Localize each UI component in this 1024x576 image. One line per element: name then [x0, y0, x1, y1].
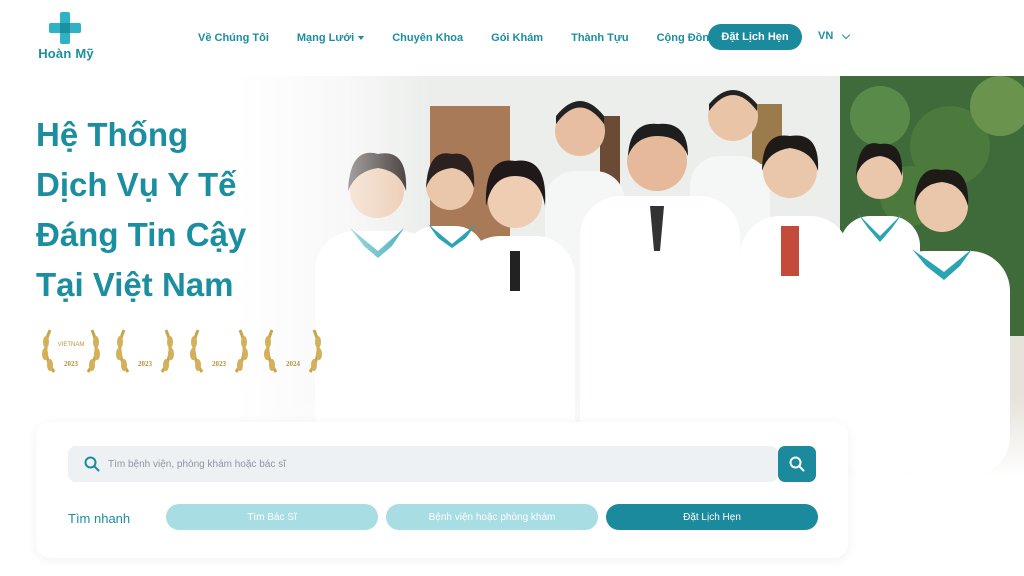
award-year: 2023: [138, 360, 153, 368]
award-year: 2024: [286, 360, 301, 368]
hero-headline: Hệ Thống Dịch Vụ Y Tế Đáng Tin Cậy Tại V…: [36, 110, 336, 310]
award-laurel-icon: 2023: [190, 329, 248, 373]
nav-item-about[interactable]: Về Chúng Tôi: [198, 32, 269, 44]
award-laurel-icon: VIETNAM 2023: [42, 329, 100, 373]
nav-label: Cộng Đồng: [656, 32, 716, 44]
search-card: Tìm nhanh Tìm Bác Sĩ Bệnh viện hoặc phòn…: [36, 422, 848, 558]
search-bar: [68, 446, 778, 482]
headline-line: Tại Việt Nam: [36, 266, 234, 303]
main-nav: Về Chúng Tôi Mạng Lưới Chuyên Khoa Gói K…: [198, 26, 744, 50]
nav-item-specialties[interactable]: Chuyên Khoa: [392, 32, 463, 44]
nav-label: Gói Khám: [491, 32, 544, 44]
awards-row: VIETNAM 2023 2023 2023 2024: [36, 322, 332, 378]
book-appointment-button[interactable]: Đặt Lịch Hẹn: [708, 24, 802, 50]
headline-line: Hệ Thống: [36, 116, 189, 153]
nav-label: Về Chúng Tôi: [198, 32, 269, 44]
brand-logo[interactable]: Hoàn Mỹ: [34, 12, 98, 64]
award-laurel-icon: 2024: [264, 329, 322, 373]
nav-label: Thành Tựu: [571, 32, 629, 44]
nav-item-community[interactable]: Cộng Đồng: [657, 32, 716, 44]
quick-search-label: Tìm nhanh: [68, 511, 131, 526]
cross-logo-icon: [49, 12, 81, 44]
search-button[interactable]: [778, 446, 816, 482]
search-input[interactable]: [108, 452, 768, 476]
award-laurel-icon: 2023: [116, 329, 174, 373]
award-title: VIETNAM: [58, 342, 85, 348]
search-icon: [84, 456, 100, 472]
language-selector[interactable]: VN: [818, 30, 851, 42]
find-doctor-button[interactable]: Tìm Bác Sĩ: [166, 504, 378, 530]
nav-label: Chuyên Khoa: [392, 32, 464, 44]
award-year: 2023: [64, 360, 79, 368]
nav-item-packages[interactable]: Gói Khám: [491, 32, 543, 44]
nav-label: Mạng Lưới: [296, 32, 355, 44]
caret-down-icon: [358, 36, 365, 40]
award-year: 2023: [212, 360, 227, 368]
search-icon: [789, 456, 805, 472]
nav-item-achievements[interactable]: Thành Tựu: [571, 32, 628, 44]
quick-book-appointment-button[interactable]: Đặt Lịch Hẹn: [606, 504, 818, 530]
find-hospital-button[interactable]: Bệnh viện hoặc phòng khám: [386, 504, 598, 530]
language-label: VN: [818, 30, 834, 42]
nav-item-network[interactable]: Mạng Lưới: [296, 32, 365, 44]
headline-line: Đáng Tin Cậy: [36, 216, 247, 253]
chevron-down-icon: [842, 30, 851, 39]
site-header: Hoàn Mỹ Về Chúng Tôi Mạng Lưới Chuyên Kh…: [0, 0, 1024, 76]
brand-name: Hoàn Mỹ: [38, 46, 94, 61]
headline-line: Dịch Vụ Y Tế: [36, 166, 237, 203]
